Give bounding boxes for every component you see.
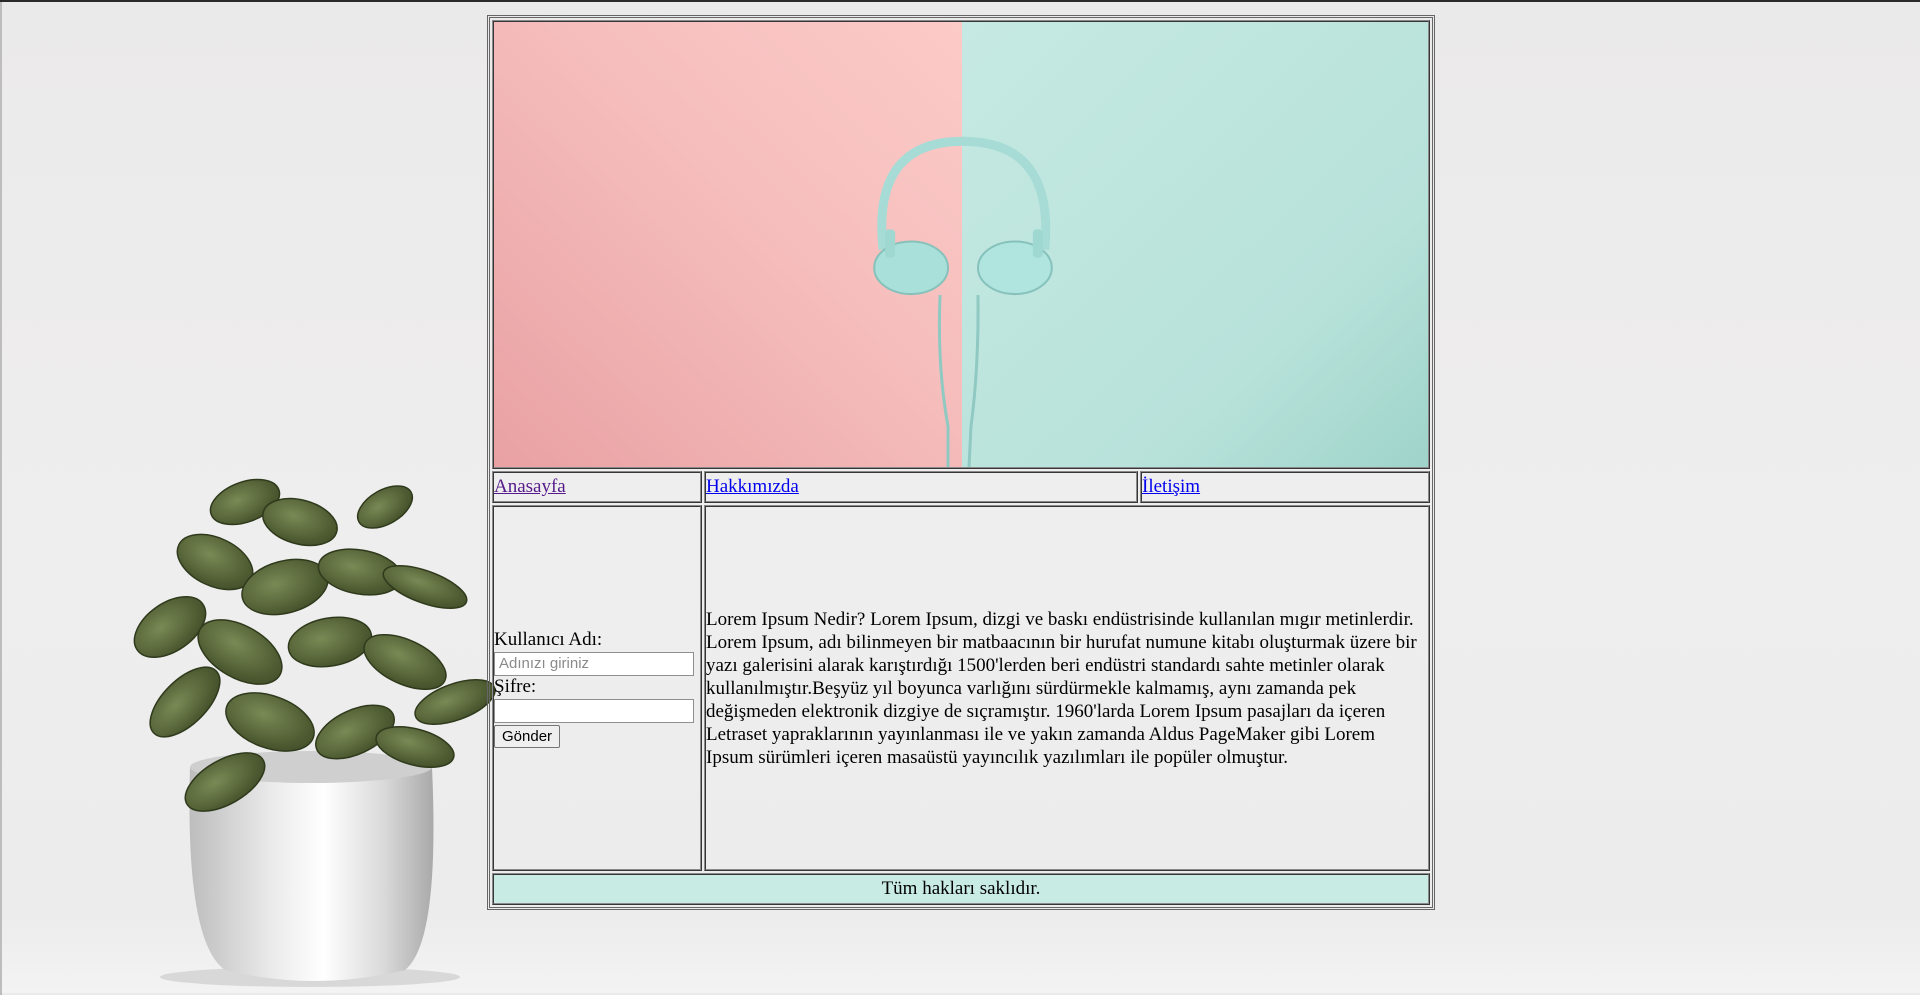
nav-link-home[interactable]: Anasayfa — [494, 476, 566, 497]
password-input[interactable] — [494, 698, 694, 723]
lorem-ipsum-paragraph: Lorem Ipsum Nedir? Lorem Ipsum, dizgi ve… — [706, 608, 1417, 768]
login-form: Kullanıcı Adı: Şifre: Gönder — [494, 629, 700, 748]
headphones-banner-image — [494, 22, 1428, 467]
banner-cell — [492, 20, 1430, 469]
page-layout-table: Anasayfa Hakkımızda İletişim Kullanıcı A… — [487, 15, 1435, 910]
nav-cell-about: Hakkımızda — [704, 471, 1138, 503]
footer-text: Tüm hakları saklıdır. — [881, 878, 1041, 899]
password-label: Şifre: — [494, 675, 537, 697]
login-form-cell: Kullanıcı Adı: Şifre: Gönder — [492, 505, 702, 871]
nav-cell-contact: İletişim — [1140, 471, 1430, 503]
username-input[interactable] — [494, 651, 694, 676]
username-label: Kullanıcı Adı: — [494, 628, 603, 650]
window-edge — [0, 2, 2, 995]
footer: Tüm hakları saklıdır. — [492, 873, 1430, 905]
nav-cell-home: Anasayfa — [492, 471, 702, 503]
main-content-cell: Lorem Ipsum Nedir? Lorem Ipsum, dizgi ve… — [704, 505, 1430, 871]
nav-link-about[interactable]: Hakkımızda — [706, 476, 799, 497]
submit-button[interactable]: Gönder — [494, 724, 561, 748]
nav-link-contact[interactable]: İletişim — [1142, 476, 1200, 497]
